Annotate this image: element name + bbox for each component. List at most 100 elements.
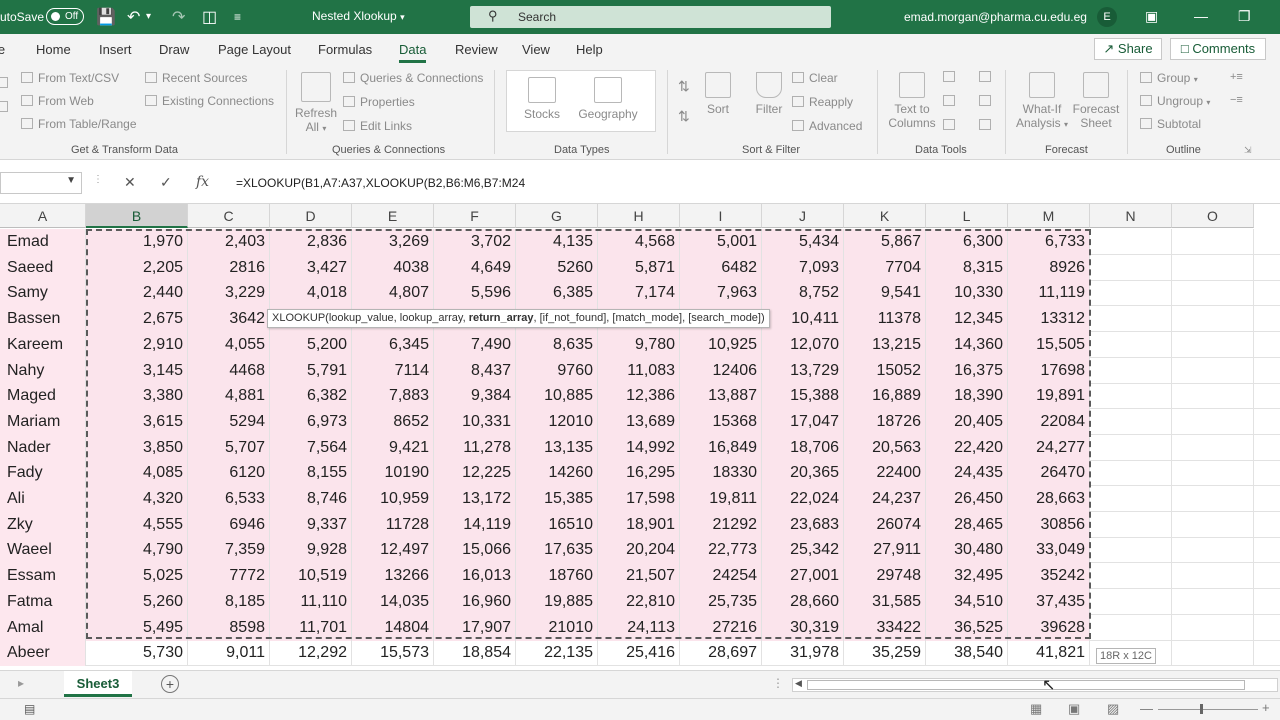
tab-file[interactable]: le bbox=[0, 42, 5, 57]
data-cell[interactable]: 16510 bbox=[516, 511, 598, 538]
data-cell[interactable]: 8,315 bbox=[926, 254, 1008, 281]
data-cell[interactable]: 35242 bbox=[1008, 563, 1090, 590]
data-cell[interactable]: 2816 bbox=[188, 254, 270, 281]
data-cell[interactable]: 26074 bbox=[844, 511, 926, 538]
data-cell[interactable]: 33422 bbox=[844, 614, 926, 641]
row-label-cell[interactable]: Kareem bbox=[0, 331, 86, 358]
data-cell[interactable] bbox=[1090, 511, 1172, 538]
data-cell[interactable] bbox=[1090, 614, 1172, 641]
data-cell[interactable] bbox=[1090, 331, 1172, 358]
data-cell[interactable]: 4,881 bbox=[188, 383, 270, 410]
data-cell[interactable]: 22400 bbox=[844, 460, 926, 487]
data-cell[interactable]: 12406 bbox=[680, 357, 762, 384]
data-cell[interactable]: 7772 bbox=[188, 563, 270, 590]
data-cell[interactable]: 4,555 bbox=[86, 511, 188, 538]
data-cell[interactable]: 10,519 bbox=[270, 563, 352, 590]
data-cell[interactable]: 15,505 bbox=[1008, 331, 1090, 358]
data-cell[interactable]: 6482 bbox=[680, 254, 762, 281]
data-cell[interactable]: 13,215 bbox=[844, 331, 926, 358]
data-cell[interactable]: 5,730 bbox=[86, 640, 188, 667]
data-cell[interactable]: 3642 bbox=[188, 306, 270, 333]
data-cell[interactable] bbox=[1090, 280, 1172, 307]
data-cell[interactable] bbox=[1172, 383, 1254, 410]
column-header-k[interactable]: K bbox=[844, 204, 926, 228]
data-cell[interactable]: 30856 bbox=[1008, 511, 1090, 538]
subtotal-button[interactable]: Subtotal bbox=[1140, 117, 1201, 131]
zoom-in-icon[interactable]: + bbox=[1262, 700, 1270, 715]
data-cell[interactable]: 9,384 bbox=[434, 383, 516, 410]
data-cell[interactable]: 9,928 bbox=[270, 537, 352, 564]
data-cell[interactable]: 14,360 bbox=[926, 331, 1008, 358]
data-cell[interactable]: 11,110 bbox=[270, 588, 352, 615]
row-label-cell[interactable]: Abeer bbox=[0, 640, 86, 667]
data-cell[interactable]: 7,564 bbox=[270, 434, 352, 461]
data-cell[interactable]: 5,871 bbox=[598, 254, 680, 281]
data-cell[interactable]: 8,437 bbox=[434, 357, 516, 384]
column-header-n[interactable]: N bbox=[1090, 204, 1172, 228]
data-cell[interactable] bbox=[1172, 306, 1254, 333]
insert-function-icon[interactable]: fx bbox=[196, 174, 209, 190]
data-validation-icon[interactable] bbox=[943, 118, 960, 132]
row-label-cell[interactable]: Maged bbox=[0, 383, 86, 410]
data-cell[interactable] bbox=[1090, 563, 1172, 590]
row-label-cell[interactable]: Waeel bbox=[0, 537, 86, 564]
data-cell[interactable]: 8,746 bbox=[270, 486, 352, 512]
ribbon-display-icon[interactable]: ▣ bbox=[1145, 8, 1158, 25]
data-cell[interactable]: 24254 bbox=[680, 563, 762, 590]
zoom-out-icon[interactable]: — bbox=[1140, 701, 1153, 716]
remove-duplicates-icon[interactable] bbox=[943, 94, 960, 108]
data-cell[interactable]: 12,070 bbox=[762, 331, 844, 358]
data-cell[interactable]: 3,380 bbox=[86, 383, 188, 410]
column-header-f[interactable]: F bbox=[434, 204, 516, 228]
horizontal-scrollbar[interactable]: ◀ bbox=[792, 678, 1278, 692]
data-cell[interactable]: 17,907 bbox=[434, 614, 516, 641]
data-cell[interactable]: 5,791 bbox=[270, 357, 352, 384]
data-cell[interactable]: 22084 bbox=[1008, 408, 1090, 435]
data-cell[interactable]: 36,525 bbox=[926, 614, 1008, 641]
row-label-cell[interactable]: Saeed bbox=[0, 254, 86, 281]
data-cell[interactable]: 5,434 bbox=[762, 229, 844, 255]
data-cell[interactable]: 10,925 bbox=[680, 331, 762, 358]
data-cell[interactable]: 5260 bbox=[516, 254, 598, 281]
data-cell[interactable] bbox=[1172, 434, 1254, 461]
data-cell[interactable]: 7,963 bbox=[680, 280, 762, 307]
data-cell[interactable]: 10190 bbox=[352, 460, 434, 487]
scrollbar-thumb[interactable] bbox=[807, 680, 1245, 690]
data-cell[interactable]: 24,237 bbox=[844, 486, 926, 512]
sheet-nav-icon[interactable]: ▸ bbox=[18, 676, 24, 690]
data-cell[interactable]: 28,465 bbox=[926, 511, 1008, 538]
data-cell[interactable]: 3,427 bbox=[270, 254, 352, 281]
data-cell[interactable] bbox=[1090, 254, 1172, 281]
dialog-launcher-icon[interactable]: ⇲ bbox=[1244, 145, 1252, 156]
sort-ascending-icon[interactable]: ⇅ bbox=[678, 78, 690, 95]
data-cell[interactable]: 3,145 bbox=[86, 357, 188, 384]
recent-sources-button[interactable]: Recent Sources bbox=[145, 71, 247, 85]
data-cell[interactable] bbox=[1172, 563, 1254, 590]
data-cell[interactable]: 5,025 bbox=[86, 563, 188, 590]
data-cell[interactable]: 2,440 bbox=[86, 280, 188, 307]
row-label-cell[interactable]: Ali bbox=[0, 486, 86, 512]
data-cell[interactable]: 8926 bbox=[1008, 254, 1090, 281]
forecast-sheet-button[interactable]: Forecast Sheet bbox=[1072, 72, 1120, 130]
data-cell[interactable]: 5,200 bbox=[270, 331, 352, 358]
data-cell[interactable]: 24,435 bbox=[926, 460, 1008, 487]
row-label-cell[interactable]: Samy bbox=[0, 280, 86, 307]
data-cell[interactable]: 24,277 bbox=[1008, 434, 1090, 461]
data-cell[interactable]: 12,292 bbox=[270, 640, 352, 667]
row-label-cell[interactable]: Essam bbox=[0, 563, 86, 590]
data-cell[interactable] bbox=[1172, 486, 1254, 512]
column-header-d[interactable]: D bbox=[270, 204, 352, 228]
data-cell[interactable]: 18,706 bbox=[762, 434, 844, 461]
data-cell[interactable] bbox=[1090, 383, 1172, 410]
data-cell[interactable]: 5,260 bbox=[86, 588, 188, 615]
row-label-cell[interactable]: Zky bbox=[0, 511, 86, 538]
data-cell[interactable]: 22,773 bbox=[680, 537, 762, 564]
macro-record-icon[interactable]: ▤ bbox=[24, 702, 35, 716]
column-header-b[interactable]: B bbox=[86, 204, 188, 228]
data-cell[interactable]: 18330 bbox=[680, 460, 762, 487]
data-cell[interactable] bbox=[1090, 434, 1172, 461]
geography-button[interactable]: Geography bbox=[577, 77, 639, 121]
data-cell[interactable] bbox=[1172, 331, 1254, 358]
data-cell[interactable]: 4,085 bbox=[86, 460, 188, 487]
data-cell[interactable]: 22,135 bbox=[516, 640, 598, 667]
